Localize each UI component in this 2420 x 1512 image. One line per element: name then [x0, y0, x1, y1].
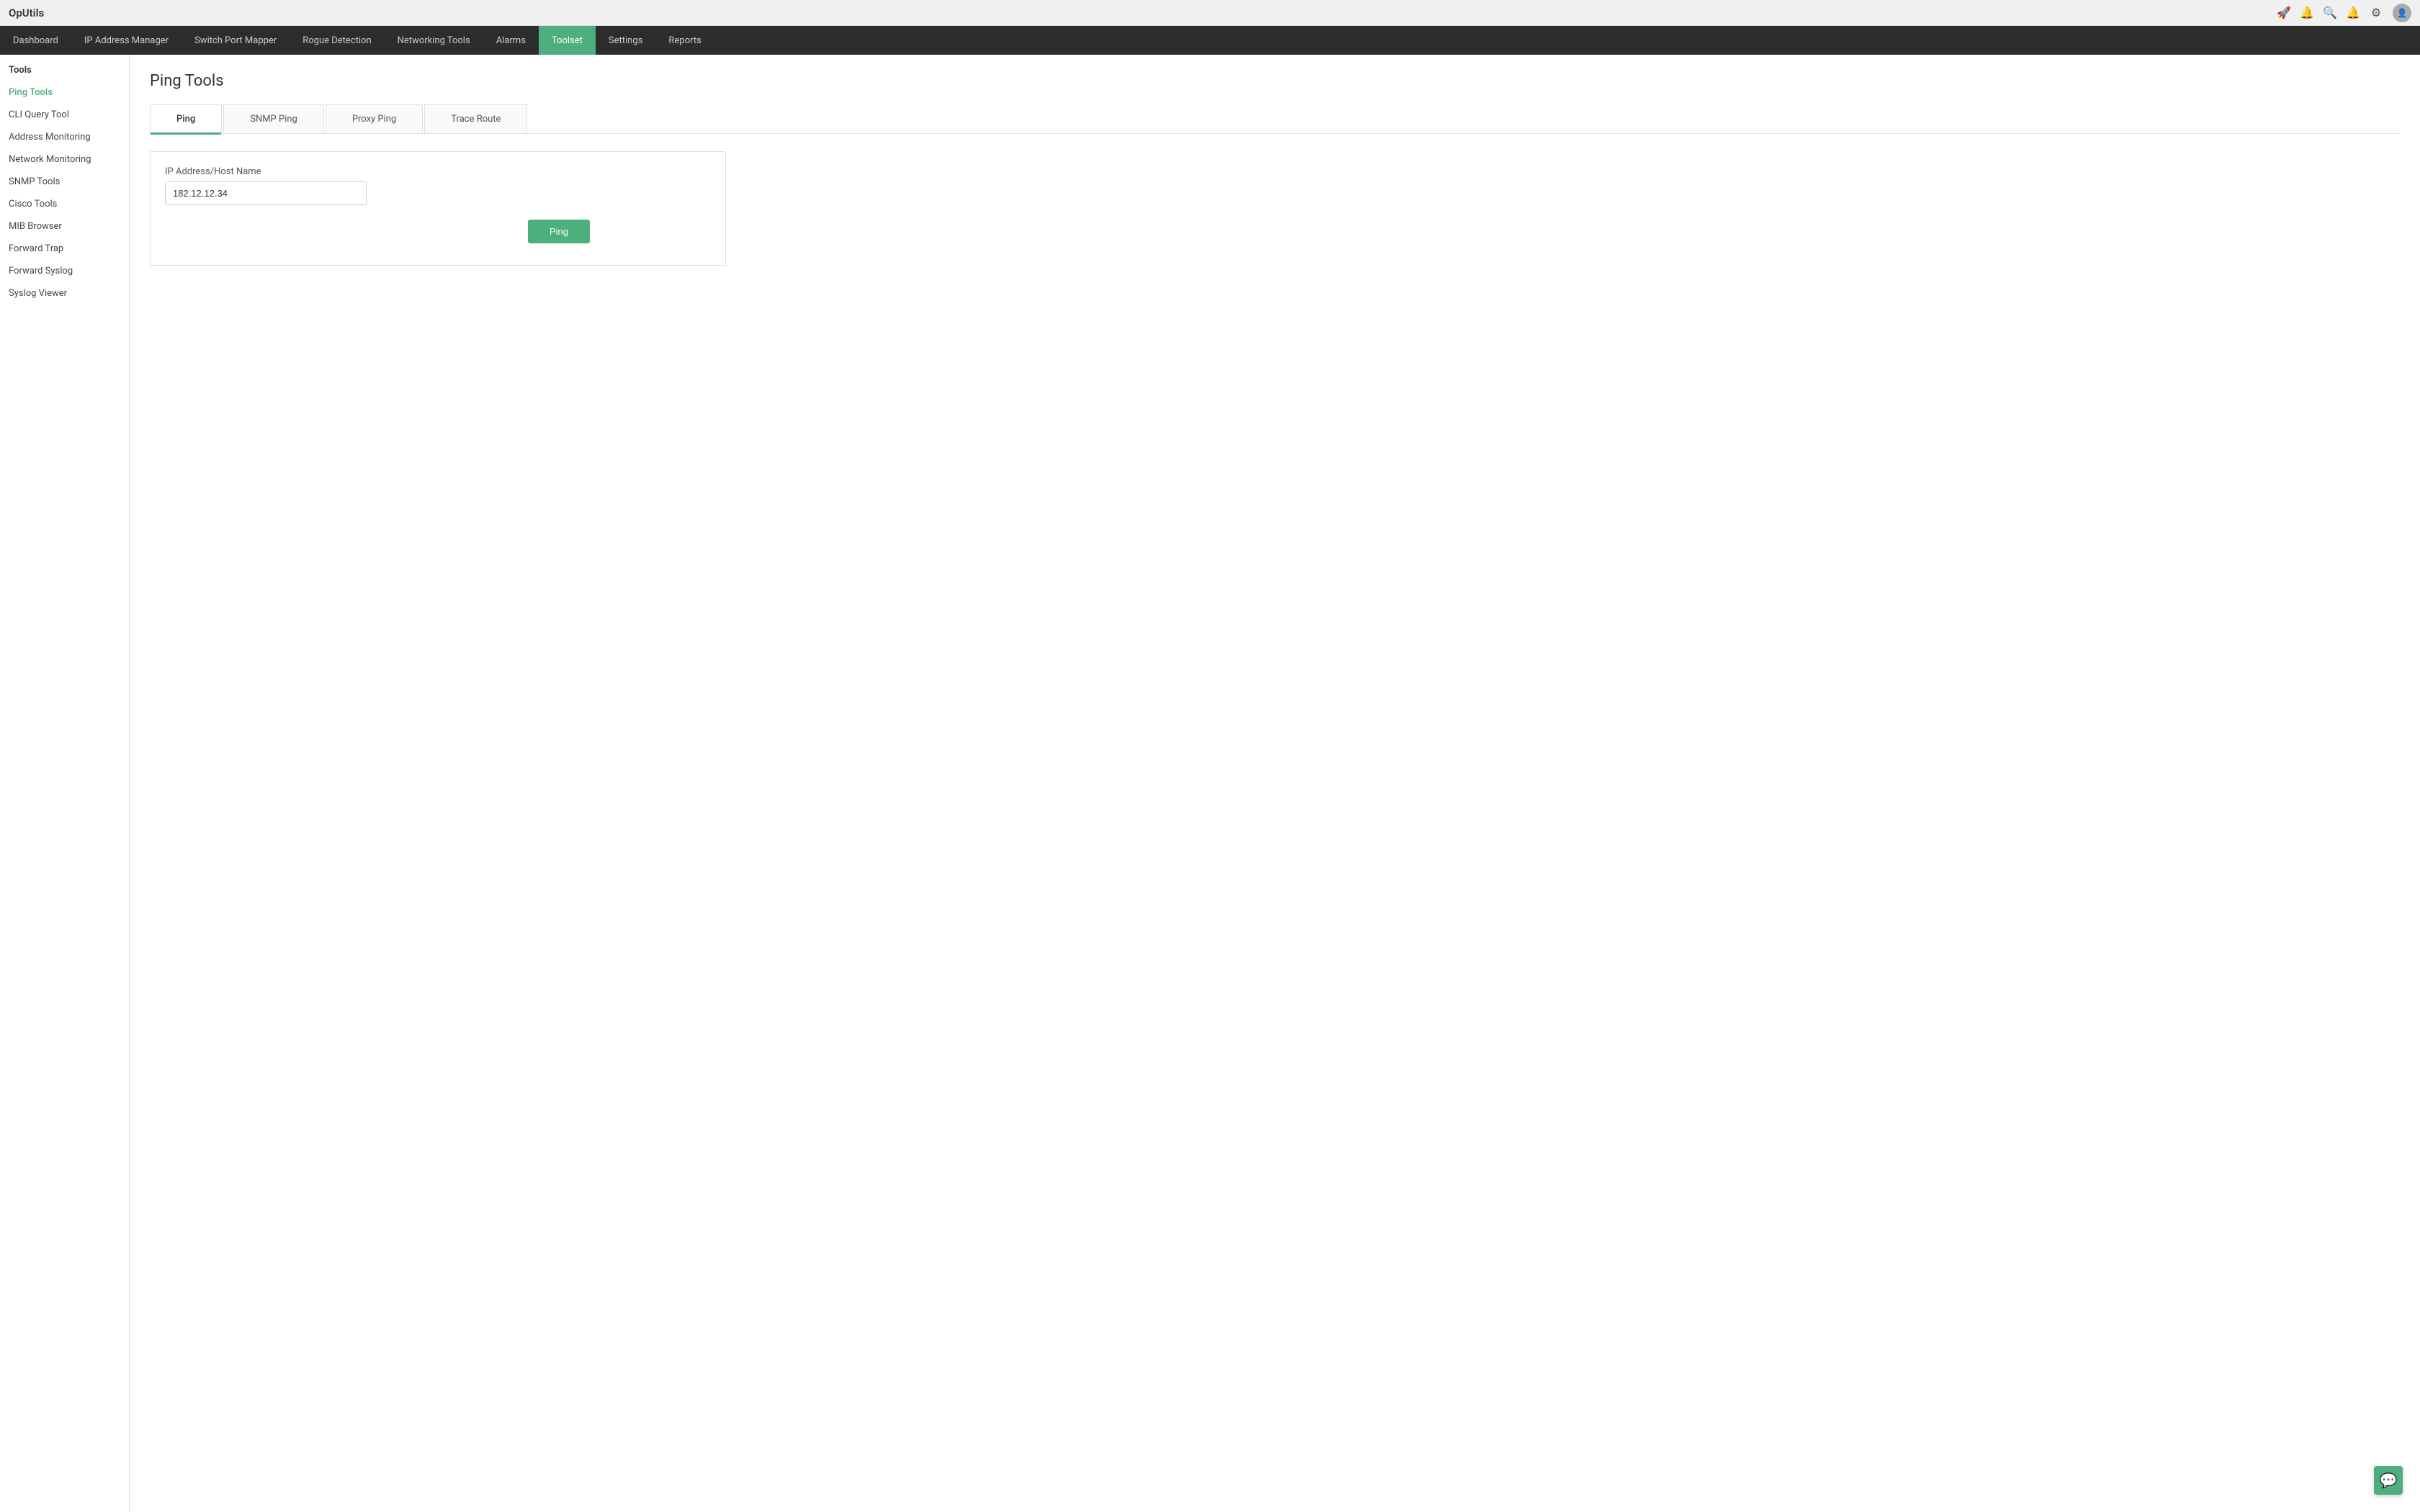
content-box: IP Address/Host Name Ping [150, 151, 726, 266]
sidebar-item-cli-query-tool[interactable]: CLI Query Tool [0, 104, 129, 126]
tab-bar: Ping SNMP Ping Proxy Ping Trace Route [150, 104, 2400, 134]
sidebar-section-title: Tools [0, 55, 129, 81]
tab-trace-route[interactable]: Trace Route [424, 104, 527, 133]
nav-item-switch-port-mapper[interactable]: Switch Port Mapper [182, 26, 290, 55]
rocket-icon[interactable]: 🚀 [2277, 6, 2290, 19]
top-bar-icons: 🚀 🔔 🔍 🔔 ⚙ 👤 [2277, 4, 2411, 22]
chat-button[interactable]: 💬 [2374, 1466, 2403, 1495]
sidebar-item-forward-trap[interactable]: Forward Trap [0, 238, 129, 260]
tab-snmp-ping[interactable]: SNMP Ping [223, 104, 324, 133]
top-bar: OpUtils 🚀 🔔 🔍 🔔 ⚙ 👤 [0, 0, 2420, 26]
sidebar-item-cisco-tools[interactable]: Cisco Tools [0, 193, 129, 215]
sidebar-item-snmp-tools[interactable]: SNMP Tools [0, 171, 129, 193]
search-icon[interactable]: 🔍 [2323, 6, 2336, 19]
nav-item-reports[interactable]: Reports [655, 26, 714, 55]
layout: Tools Ping Tools CLI Query Tool Address … [0, 55, 2420, 1512]
page-title: Ping Tools [150, 72, 2400, 90]
chat-icon: 💬 [2380, 1472, 2398, 1489]
app-logo: OpUtils [9, 6, 44, 19]
sidebar-item-ping-tools[interactable]: Ping Tools [0, 81, 129, 104]
alert-icon[interactable]: 🔔 [2347, 6, 2360, 19]
sidebar-item-network-monitoring[interactable]: Network Monitoring [0, 148, 129, 171]
sidebar-item-forward-syslog[interactable]: Forward Syslog [0, 260, 129, 282]
nav-item-dashboard[interactable]: Dashboard [0, 26, 71, 55]
tab-proxy-ping[interactable]: Proxy Ping [326, 104, 423, 133]
nav-item-rogue-detection[interactable]: Rogue Detection [290, 26, 384, 55]
nav-item-settings[interactable]: Settings [596, 26, 655, 55]
nav-item-alarms[interactable]: Alarms [483, 26, 539, 55]
nav-item-ip-address-manager[interactable]: IP Address Manager [71, 26, 182, 55]
ping-button[interactable]: Ping [528, 220, 590, 243]
bell-icon[interactable]: 🔔 [2300, 6, 2313, 19]
avatar[interactable]: 👤 [2393, 4, 2411, 22]
ip-form-section: IP Address/Host Name [165, 166, 711, 205]
sidebar-item-syslog-viewer[interactable]: Syslog Viewer [0, 282, 129, 305]
tab-ping[interactable]: Ping [150, 104, 222, 133]
sidebar: Tools Ping Tools CLI Query Tool Address … [0, 55, 130, 1512]
gear-icon[interactable]: ⚙ [2370, 6, 2383, 19]
sidebar-item-mib-browser[interactable]: MIB Browser [0, 215, 129, 238]
ip-label: IP Address/Host Name [165, 166, 711, 177]
sidebar-item-address-monitoring[interactable]: Address Monitoring [0, 126, 129, 148]
nav-item-toolset[interactable]: Toolset [539, 26, 596, 55]
ip-address-input[interactable] [165, 181, 367, 205]
nav-bar: Dashboard IP Address Manager Switch Port… [0, 26, 2420, 55]
main-content: Ping Tools Ping SNMP Ping Proxy Ping Tra… [130, 55, 2420, 1512]
nav-item-networking-tools[interactable]: Networking Tools [385, 26, 483, 55]
ping-btn-row: Ping [165, 220, 590, 243]
